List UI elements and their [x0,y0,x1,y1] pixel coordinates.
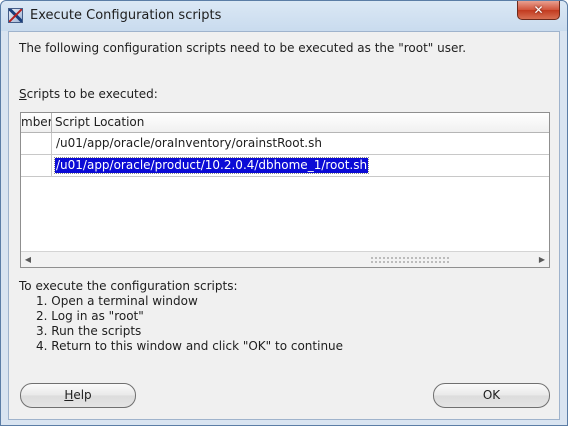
table-header: mber Script Location [21,113,549,133]
help-button-mnemonic: H [64,388,74,402]
window-title: Execute Configuration scripts [30,8,222,23]
instruction-step: 3. Run the scripts [36,324,142,338]
scripts-label-mnemonic: S [19,87,27,101]
scripts-label-rest: cripts to be executed: [26,87,158,101]
scrollbar-grip-icon [370,256,450,263]
scroll-left-arrow-icon[interactable]: ◀ [21,252,35,267]
instruction-step: 1. Open a terminal window [36,294,198,308]
help-button-label: elp [73,388,92,402]
instruction-step: 2. Log in as "root" [36,309,144,323]
instruction-step: 4. Return to this window and click "OK" … [36,339,344,353]
horizontal-scrollbar[interactable]: ◀ ▶ [21,251,549,267]
ok-button[interactable]: OK [433,383,550,408]
table-row[interactable]: /u01/app/oracle/oraInventory/orainstRoot… [21,133,549,155]
row-number-cell [21,155,52,176]
help-button[interactable]: Help [20,383,136,408]
scrollbar-thumb[interactable] [35,253,285,266]
row-number-cell [21,133,52,154]
close-icon: ✕ [533,3,544,17]
script-location-cell: /u01/app/oracle/oraInventory/orainstRoot… [56,136,322,150]
instructions-heading: To execute the configuration scripts: [19,279,238,293]
scripts-label: Scripts to be executed: [19,87,158,101]
close-button[interactable]: ✕ [517,1,560,20]
script-location-cell: /u01/app/oracle/product/10.2.0.4/dbhome_… [53,157,370,174]
scripts-table[interactable]: mber Script Location /u01/app/oracle/ora… [20,112,550,268]
intro-text: The following configuration scripts need… [19,41,467,55]
scroll-right-arrow-icon[interactable]: ▶ [535,252,549,267]
dialog-window: Execute Configuration scripts ✕ The foll… [0,0,568,426]
table-row-selected[interactable]: /u01/app/oracle/product/10.2.0.4/dbhome_… [21,155,549,177]
title-bar[interactable]: Execute Configuration scripts [1,1,567,31]
column-header-number[interactable]: mber [21,113,52,132]
column-header-script-location[interactable]: Script Location [52,113,549,132]
oracle-installer-icon [8,8,23,23]
